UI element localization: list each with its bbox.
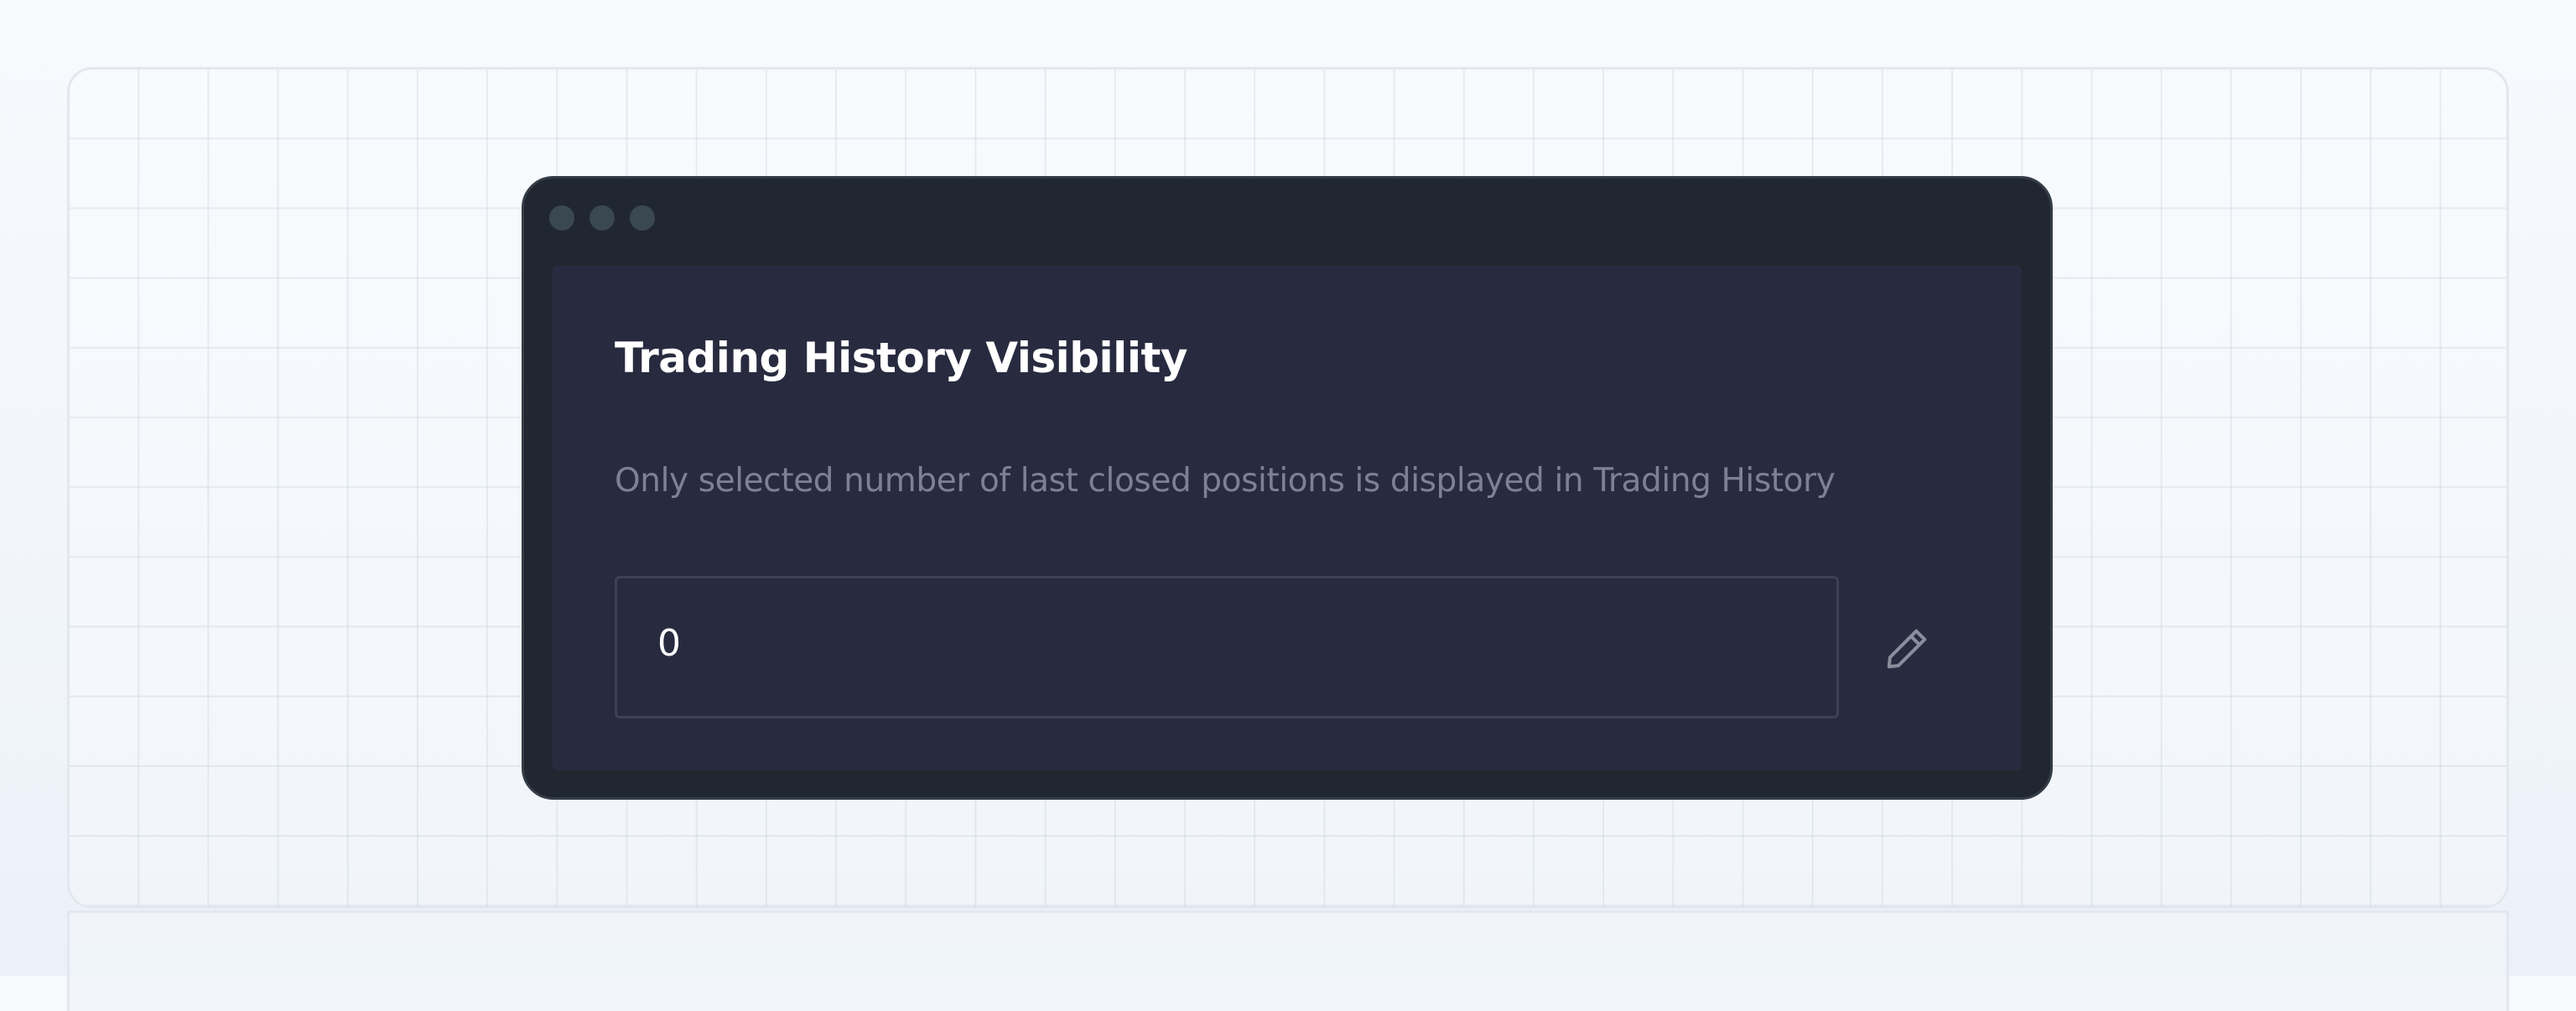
settings-card: Trading History Visibility Only selected… <box>553 266 2022 770</box>
card-description: Only selected number of last closed posi… <box>615 462 1836 500</box>
positions-count-input[interactable]: 0 <box>615 576 1839 718</box>
input-value[interactable]: 0 <box>657 622 681 666</box>
canvas-panel-lower <box>67 910 2509 1011</box>
app-window: Trading History Visibility Only selected… <box>522 176 2053 800</box>
window-dot-close[interactable] <box>549 205 574 231</box>
window-dot-minimize[interactable] <box>589 205 615 231</box>
edit-button[interactable] <box>1869 611 1945 687</box>
window-dot-maximize[interactable] <box>630 205 655 231</box>
card-title: Trading History Visibility <box>615 334 1187 382</box>
pencil-icon <box>1887 629 1927 669</box>
window-controls <box>549 205 655 231</box>
